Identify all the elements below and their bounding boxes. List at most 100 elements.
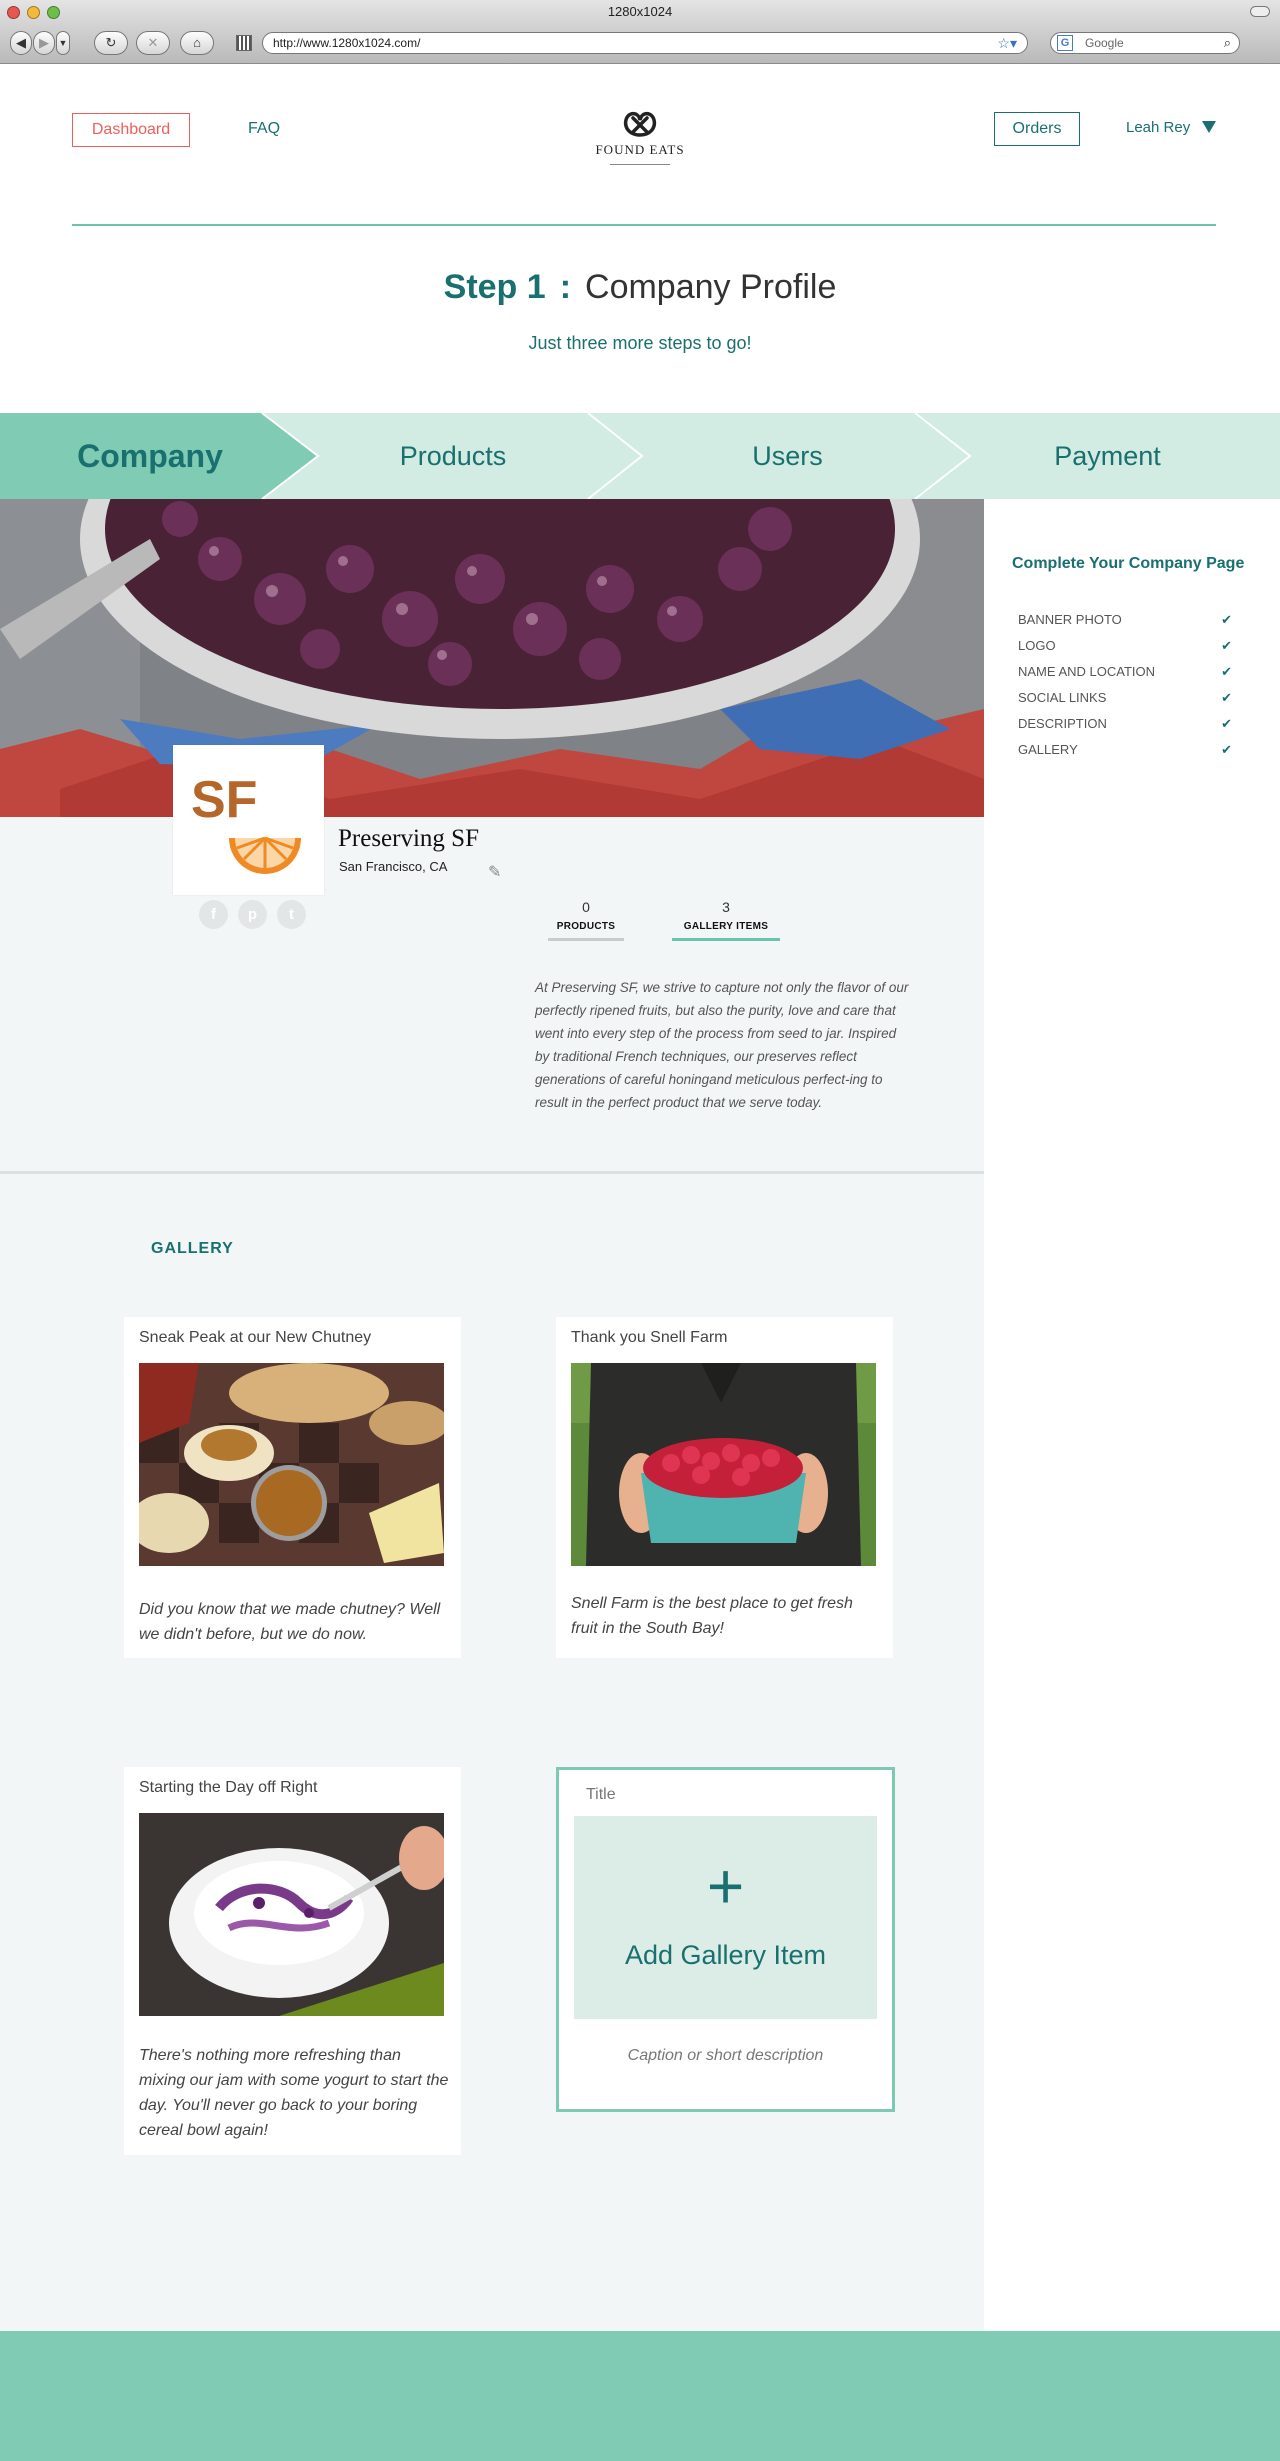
search-placeholder: Google: [1085, 36, 1124, 50]
address-bar[interactable]: http://www.1280x1024.com/ ☆▾: [262, 32, 1028, 54]
gallery-card-image: [571, 1363, 876, 1566]
site-logo[interactable]: FOUND EATS: [586, 108, 694, 165]
add-gallery-item-card[interactable]: Title + Add Gallery Item Caption or shor…: [556, 1767, 895, 2112]
add-gallery-item-label: Add Gallery Item: [624, 1940, 827, 1970]
checklist-item-description: DESCRIPTION ✔: [1018, 711, 1232, 737]
chevron-down-icon: [1202, 121, 1217, 133]
gallery-items-count: 3: [722, 899, 730, 915]
gallery-card-title: Sneak Peak at our New Chutney: [139, 1329, 372, 1346]
checkmark-icon: ✔: [1221, 742, 1232, 757]
checklist-label: NAME AND LOCATION: [1018, 664, 1156, 679]
step-number: Step 1: [443, 268, 546, 306]
banner-photo[interactable]: [0, 499, 984, 817]
products-count: 0: [582, 899, 590, 915]
company-description: At Preserving SF, we strive to capture n…: [535, 980, 909, 1110]
gallery-card[interactable]: Starting the Day off Right There's nothi…: [124, 1767, 461, 2155]
step-tab-payment[interactable]: Payment: [975, 413, 1240, 499]
gallery-card-image: [139, 1813, 444, 2016]
raspberries-photo: [571, 1363, 876, 1566]
completion-checklist: BANNER PHOTO ✔ LOGO ✔ NAME AND LOCATION ✔ S…: [1018, 607, 1232, 763]
search-icon[interactable]: ⌕: [1224, 33, 1231, 53]
twitter-icon[interactable]: t: [277, 900, 306, 929]
gallery-card-image: [139, 1363, 444, 1566]
pinterest-icon[interactable]: p: [238, 900, 267, 929]
checklist-item-logo: LOGO ✔: [1018, 633, 1232, 659]
facebook-icon[interactable]: f: [199, 900, 228, 929]
sidebar-title: Complete Your Company Page: [1012, 555, 1245, 572]
checklist-item-gallery: GALLERY ✔: [1018, 737, 1232, 763]
gallery-items-tab-underline: [672, 938, 780, 941]
logo-underline: [610, 164, 670, 165]
add-gallery-item-button[interactable]: + Add Gallery Item: [574, 1816, 877, 2019]
header-divider: [72, 224, 1216, 226]
step-tab-company[interactable]: Company: [0, 413, 300, 499]
yogurt-photo: [139, 1813, 444, 2016]
history-dropdown-icon[interactable]: ▼: [56, 31, 70, 55]
faq-link[interactable]: FAQ: [248, 113, 308, 147]
gallery-card-title: Starting the Day off Right: [139, 1779, 318, 1796]
title-input[interactable]: Title: [586, 1786, 616, 1804]
step-tab-products[interactable]: Products: [318, 413, 588, 499]
home-icon[interactable]: ⌂: [180, 31, 214, 55]
company-location: San Francisco, CA: [339, 859, 448, 874]
gallery-card[interactable]: Thank you Snell Farm Snell Farm is the b…: [556, 1317, 893, 1658]
page-subtitle: Just three more steps to go!: [528, 333, 752, 353]
products-tab-underline: [548, 938, 624, 941]
checklist-label: DESCRIPTION: [1018, 716, 1107, 731]
banner-image: [0, 499, 984, 817]
checklist-item-name-location: NAME AND LOCATION ✔: [1018, 659, 1232, 685]
checklist-label: LOGO: [1018, 638, 1056, 653]
gallery-heading: GALLERY: [151, 1240, 234, 1257]
toolbar-toggle-button[interactable]: [1250, 6, 1270, 17]
logo-text: FOUND EATS: [595, 142, 685, 157]
back-button[interactable]: ◀: [10, 31, 32, 55]
checklist-item-banner-photo: BANNER PHOTO ✔: [1018, 607, 1232, 633]
bookmark-star-icon[interactable]: ☆▾: [997, 33, 1017, 53]
checkmark-icon: ✔: [1221, 638, 1232, 653]
gallery-card-caption: There's nothing more refreshing than mix…: [139, 2047, 449, 2139]
company-logo-image: SF: [191, 771, 301, 874]
products-stat[interactable]: 0 PRODUCTS: [531, 899, 641, 941]
step-tab-users[interactable]: Users: [655, 413, 920, 499]
browser-search-input[interactable]: G Google ⌕: [1050, 32, 1240, 54]
checklist-item-social-links: SOCIAL LINKS ✔: [1018, 685, 1232, 711]
orders-button[interactable]: Orders: [994, 112, 1080, 146]
gallery-card-caption: Did you know that we made chutney? Well …: [139, 1601, 441, 1643]
checkmark-icon: ✔: [1221, 612, 1232, 627]
edit-pencil-icon[interactable]: ✎: [488, 862, 501, 882]
footer: [0, 2331, 1280, 2461]
caption-input[interactable]: Caption or short description: [559, 2047, 892, 2065]
user-menu[interactable]: Leah Rey: [1126, 119, 1217, 136]
google-icon: G: [1057, 35, 1073, 51]
company-logo-initials: SF: [191, 771, 257, 829]
page-title: Step 1: Company Profile: [0, 268, 1280, 307]
checklist-label: BANNER PHOTO: [1018, 612, 1122, 627]
step-separator: :: [559, 268, 572, 306]
section-divider: [0, 1171, 984, 1174]
dashboard-button[interactable]: Dashboard: [72, 113, 190, 147]
gallery-items-stat-label: GALLERY ITEMS: [683, 921, 769, 932]
company-logo[interactable]: SF: [173, 745, 324, 895]
steps-progress-bar: Company Products Users Payment: [0, 413, 1280, 499]
checkmark-icon: ✔: [1221, 690, 1232, 705]
stop-icon[interactable]: ✕: [136, 31, 170, 55]
company-name: Preserving SF: [338, 825, 479, 852]
gallery-items-stat[interactable]: 3 GALLERY ITEMS: [671, 899, 781, 941]
reload-icon[interactable]: ↻: [94, 31, 128, 55]
browser-chrome: 1280x1024 ◀ ▶ ▼ ↻ ✕ ⌂ http://www.1280x10…: [0, 0, 1280, 64]
checkmark-icon: ✔: [1221, 716, 1232, 731]
site-favicon-icon: [236, 35, 252, 51]
gallery-card[interactable]: Sneak Peak at our New Chutney Did you kn…: [124, 1317, 461, 1658]
step-title: Company Profile: [585, 268, 837, 306]
chutney-photo: [139, 1363, 444, 1566]
forward-button[interactable]: ▶: [33, 31, 55, 55]
gallery-card-caption: Snell Farm is the best place to get fres…: [571, 1595, 853, 1637]
checklist-label: GALLERY: [1018, 742, 1078, 757]
checklist-label: SOCIAL LINKS: [1018, 690, 1107, 705]
plus-icon: +: [706, 1850, 745, 1922]
user-name: Leah Rey: [1126, 119, 1191, 136]
gallery-card-title: Thank you Snell Farm: [571, 1329, 728, 1346]
pretzel-icon: [623, 111, 657, 137]
window-title: 1280x1024: [607, 4, 673, 19]
products-stat-label: PRODUCTS: [556, 921, 616, 932]
